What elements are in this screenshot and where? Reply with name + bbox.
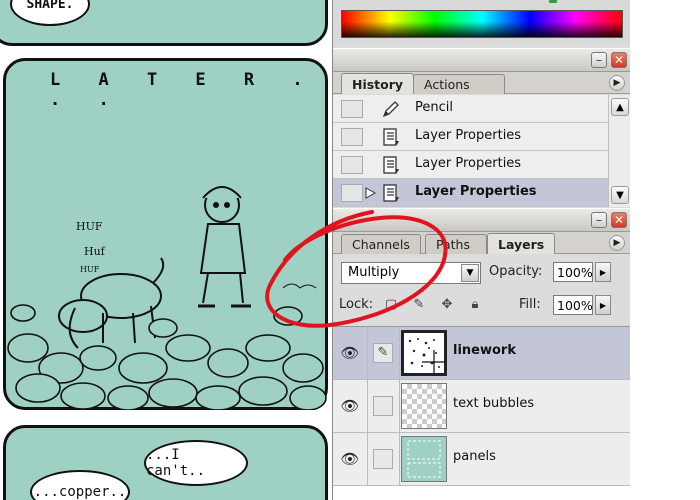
- minimize-button[interactable]: –: [591, 52, 607, 68]
- link-box[interactable]: [373, 449, 393, 469]
- comic-illustration: [7, 186, 327, 410]
- history-row-current[interactable]: Layer Properties: [333, 179, 608, 207]
- lock-transparency-icon[interactable]: ▢: [383, 297, 399, 313]
- history-snapshot-box[interactable]: [341, 184, 363, 202]
- history-label: Layer Properties: [415, 156, 522, 171]
- palette-menu-arrow-icon[interactable]: ▶: [609, 75, 625, 91]
- panels-thumbnail-art: [407, 440, 441, 478]
- lock-label: Lock:: [339, 297, 374, 312]
- lock-all-padlock-icon[interactable]: 🔒︎: [467, 297, 483, 313]
- minimize-button[interactable]: –: [591, 212, 607, 228]
- scroll-down-icon[interactable]: ▼: [611, 186, 629, 204]
- layer-row-linework[interactable]: 👁︎ ✎ linework: [333, 327, 631, 380]
- brush-active-icon[interactable]: ✎: [373, 343, 393, 363]
- history-palette-titlebar[interactable]: – ✕: [333, 48, 631, 72]
- tab-layers[interactable]: Layers: [487, 233, 556, 254]
- history-tab-row: History Actions ▶: [333, 72, 631, 94]
- color-indicator: [549, 0, 557, 3]
- document-canvas[interactable]: SHAPE. L A T E R . . . HUF Huf HUF ...co…: [0, 0, 332, 500]
- opacity-slider-arrow-icon[interactable]: ▶: [595, 262, 611, 282]
- layer-options-bar: Multiply ▼ Opacity: 100% ▶ Lock: ▢ ✎ ✥ 🔒…: [333, 256, 631, 326]
- layer-properties-icon: [383, 156, 399, 174]
- blend-mode-select[interactable]: Multiply ▼: [341, 262, 481, 284]
- fill-field[interactable]: 100%: [553, 295, 593, 315]
- tab-paths[interactable]: Paths: [425, 234, 487, 254]
- sfx-huf-2: Huf: [84, 245, 105, 258]
- history-row[interactable]: Pencil: [333, 95, 608, 123]
- sfx-huf-3: HUF: [80, 265, 100, 274]
- eye-visibility-icon[interactable]: 👁︎: [339, 449, 361, 469]
- close-button[interactable]: ✕: [611, 212, 627, 228]
- layer-name[interactable]: text bubbles: [453, 396, 534, 411]
- history-label: Layer Properties: [415, 128, 522, 143]
- layer-thumbnail: [401, 383, 447, 429]
- sfx-huf-1: HUF: [76, 220, 103, 233]
- lock-image-brush-icon[interactable]: ✎: [411, 297, 427, 313]
- history-snapshot-box[interactable]: [341, 128, 363, 146]
- history-row[interactable]: Layer Properties: [333, 123, 608, 151]
- lock-position-move-icon[interactable]: ✥: [439, 297, 455, 313]
- tab-actions[interactable]: Actions: [413, 74, 505, 94]
- close-button[interactable]: ✕: [611, 52, 627, 68]
- opacity-label: Opacity:: [489, 264, 543, 279]
- history-snapshot-box[interactable]: [341, 100, 363, 118]
- layer-thumbnail: [401, 436, 447, 482]
- chevron-down-icon[interactable]: ▼: [461, 264, 479, 282]
- eye-visibility-icon[interactable]: 👁︎: [339, 343, 361, 363]
- link-box[interactable]: [373, 396, 393, 416]
- workspace-background: [630, 0, 700, 500]
- caption-later: L A T E R . . .: [50, 70, 317, 110]
- history-scrollbar[interactable]: ▲ ▼: [608, 95, 631, 207]
- layer-row-panels[interactable]: 👁︎ panels: [333, 433, 631, 486]
- crosshair-cursor-icon: [422, 350, 446, 374]
- history-snapshot-box[interactable]: [341, 156, 363, 174]
- layer-name[interactable]: linework: [453, 343, 516, 358]
- palette-menu-arrow-icon[interactable]: ▶: [609, 235, 625, 251]
- layers-tab-row: Channels Paths Layers ▶: [333, 232, 631, 254]
- history-list: Pencil Layer Properties Layer Properties…: [333, 95, 631, 207]
- layers-palette-titlebar[interactable]: – ✕: [333, 208, 631, 232]
- color-palette: [333, 0, 631, 44]
- layer-name[interactable]: panels: [453, 449, 496, 464]
- history-row[interactable]: Layer Properties: [333, 151, 608, 179]
- layer-row-text-bubbles[interactable]: 👁︎ text bubbles: [333, 380, 631, 433]
- opacity-field[interactable]: 100%: [553, 262, 593, 282]
- fill-slider-arrow-icon[interactable]: ▶: [595, 295, 611, 315]
- palette-dock: – ✕ History Actions ▶ Pencil Layer Prope…: [332, 0, 631, 500]
- layer-properties-icon: [383, 128, 399, 146]
- speech-bubble-icant: ...I can't..: [144, 440, 248, 486]
- layers-list: 👁︎ ✎ linework 👁︎ text bubbles 👁︎ panels: [333, 326, 631, 500]
- tab-channels[interactable]: Channels: [341, 234, 421, 254]
- layer-properties-icon: [383, 184, 399, 202]
- history-label: Pencil: [415, 100, 453, 115]
- blend-mode-value: Multiply: [348, 265, 400, 280]
- history-state-pointer-icon[interactable]: [365, 187, 377, 199]
- color-spectrum-ramp[interactable]: [341, 10, 623, 38]
- comic-panel-middle: [3, 58, 328, 410]
- scroll-up-icon[interactable]: ▲: [611, 98, 629, 116]
- history-label: Layer Properties: [415, 184, 537, 199]
- fill-label: Fill:: [519, 297, 541, 312]
- eye-visibility-icon[interactable]: 👁︎: [339, 396, 361, 416]
- pencil-icon: [382, 101, 399, 118]
- tab-history[interactable]: History: [341, 73, 415, 94]
